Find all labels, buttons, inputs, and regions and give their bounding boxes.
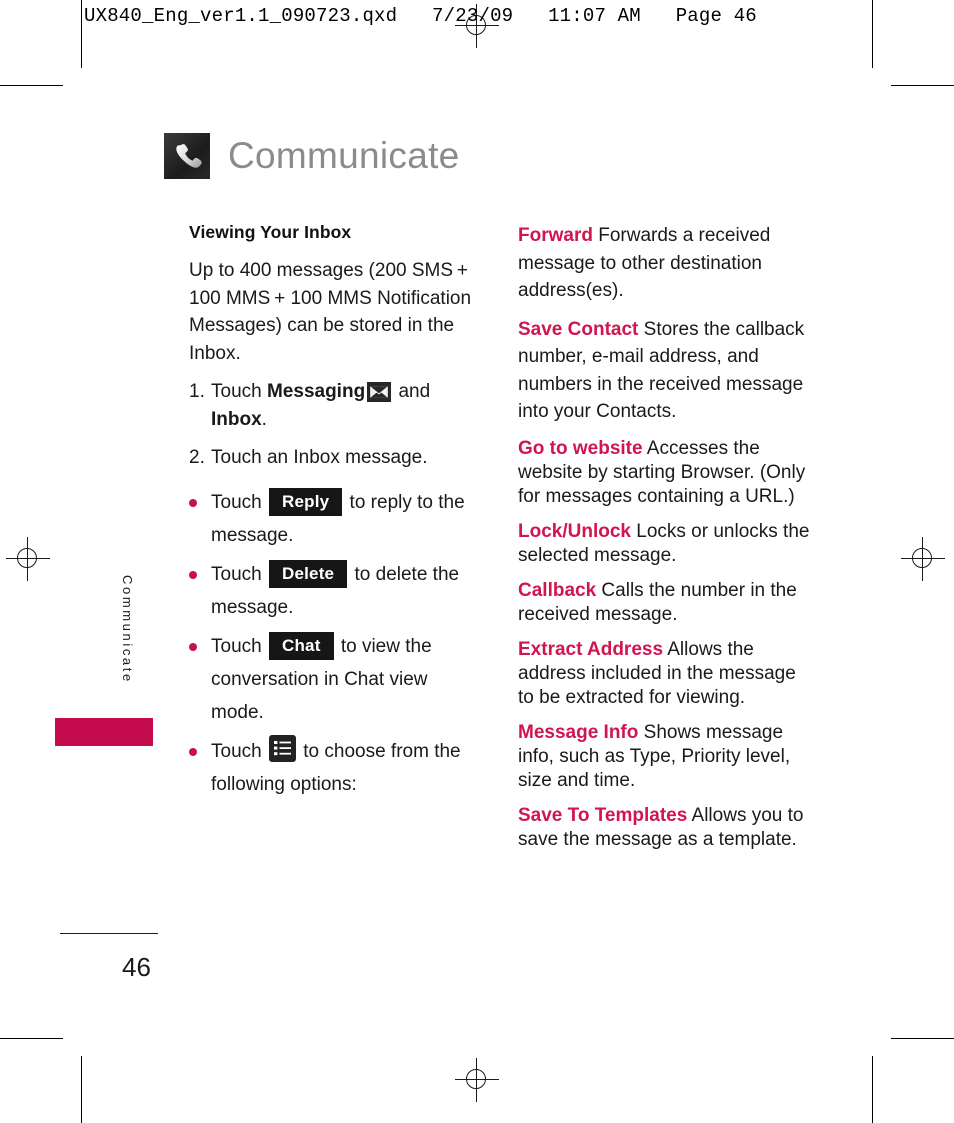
list-item-text: Touch to choose from the following optio… xyxy=(211,734,481,801)
option-term: Callback xyxy=(518,579,597,601)
registration-mark-left xyxy=(6,537,50,581)
crop-mark-bottom-left-vertical xyxy=(81,1056,82,1123)
page-title-text: Communicate xyxy=(228,135,460,176)
list-item-text: Touch Chat to view the conversation in C… xyxy=(211,630,481,729)
step-item: 1. Touch Messaging and Inbox. xyxy=(189,378,481,433)
option-term: Save To Templates xyxy=(518,804,688,826)
left-column: Viewing Your Inbox Up to 400 messages (2… xyxy=(189,222,481,807)
option-entry: Extract Address Allows the address inclu… xyxy=(518,638,810,710)
step-text-post: . xyxy=(261,408,267,430)
list-item-pre: Touch xyxy=(211,491,267,513)
crop-mark-top-left-vertical xyxy=(81,0,82,68)
option-term: Go to website xyxy=(518,437,643,459)
page-title: Communicate xyxy=(164,133,460,179)
crop-mark-top-right-vertical xyxy=(872,0,873,68)
step-text-mid: and xyxy=(393,381,431,402)
phone-handset-icon xyxy=(164,133,210,179)
option-term: Message Info xyxy=(518,721,639,743)
bullet-dot-icon xyxy=(189,558,211,624)
list-item-text: Touch Delete to delete the message. xyxy=(211,558,481,624)
crop-mark-bottom-right-horizontal xyxy=(891,1038,954,1039)
step-number: 1. xyxy=(189,381,205,402)
crop-mark-top-right-horizontal xyxy=(891,85,954,86)
crop-mark-bottom-right-vertical xyxy=(872,1056,873,1123)
manual-page: UX840_Eng_ver1.1_090723.qxd 7/23/09 11:0… xyxy=(0,0,954,1123)
list-item-pre: Touch xyxy=(211,563,267,585)
bullet-dot-icon xyxy=(189,630,211,729)
crop-mark-top-left-horizontal xyxy=(0,85,63,86)
step-keyword-messaging: Messaging xyxy=(266,381,366,402)
bullet-dot-icon xyxy=(189,486,211,552)
page-number: 46 xyxy=(122,952,151,982)
option-entry: Go to website Accesses the website by st… xyxy=(518,437,810,509)
option-entry: Save To Templates Allows you to save the… xyxy=(518,804,810,852)
list-item-pre: Touch xyxy=(211,740,267,762)
reply-button[interactable]: Reply xyxy=(268,487,343,516)
list-item: Touch Chat to view the conversation in C… xyxy=(189,630,481,729)
step-text: Touch Messaging and Inbox. xyxy=(211,378,481,433)
list-item: Touch Delete to delete the message. xyxy=(189,558,481,624)
step-keyword-inbox: Inbox xyxy=(211,408,262,430)
list-item: Touch to choose from the following optio… xyxy=(189,734,481,801)
prepress-header-text: UX840_Eng_ver1.1_090723.qxd 7/23/09 11:0… xyxy=(84,5,757,27)
list-item: Touch Reply to reply to the message. xyxy=(189,486,481,552)
option-entry: Callback Calls the number in the receive… xyxy=(518,579,810,627)
right-column: Forward Forwards a received message to o… xyxy=(518,222,810,852)
side-tab-label: Communicate xyxy=(120,575,135,684)
side-tab-marker xyxy=(55,718,153,746)
option-entry: Forward Forwards a received message to o… xyxy=(518,222,810,305)
option-term: Extract Address xyxy=(518,638,664,660)
intro-paragraph: Up to 400 messages (200 SMS + 100 MMS + … xyxy=(189,260,472,364)
option-entry: Message Info Shows message info, such as… xyxy=(518,721,810,793)
list-item-pre: Touch xyxy=(211,635,267,657)
option-entry: Lock/Unlock Locks or unlocks the selecte… xyxy=(518,520,810,568)
crop-mark-bottom-left-horizontal xyxy=(0,1038,63,1039)
list-item-text: Touch Reply to reply to the message. xyxy=(211,486,481,552)
option-entry: Save Contact Stores the callback number,… xyxy=(518,316,810,426)
options-list-icon[interactable] xyxy=(268,734,296,762)
bullet-dot-icon xyxy=(189,735,211,801)
option-term: Save Contact xyxy=(518,318,639,340)
delete-button[interactable]: Delete xyxy=(268,559,348,588)
option-term: Lock/Unlock xyxy=(518,520,631,542)
envelope-icon xyxy=(367,382,392,402)
registration-mark-bottom xyxy=(455,1058,499,1102)
registration-mark-right xyxy=(901,537,945,581)
option-term: Forward xyxy=(518,225,593,246)
folio-rule xyxy=(60,933,158,934)
step-number: 2. xyxy=(189,447,205,468)
step-text-pre: Touch xyxy=(211,381,267,402)
step-item: 2. Touch an Inbox message. xyxy=(189,444,481,472)
section-heading-viewing-your-inbox: Viewing Your Inbox xyxy=(189,222,352,242)
step-text: Touch an Inbox message. xyxy=(211,447,428,468)
chat-button[interactable]: Chat xyxy=(268,631,334,660)
